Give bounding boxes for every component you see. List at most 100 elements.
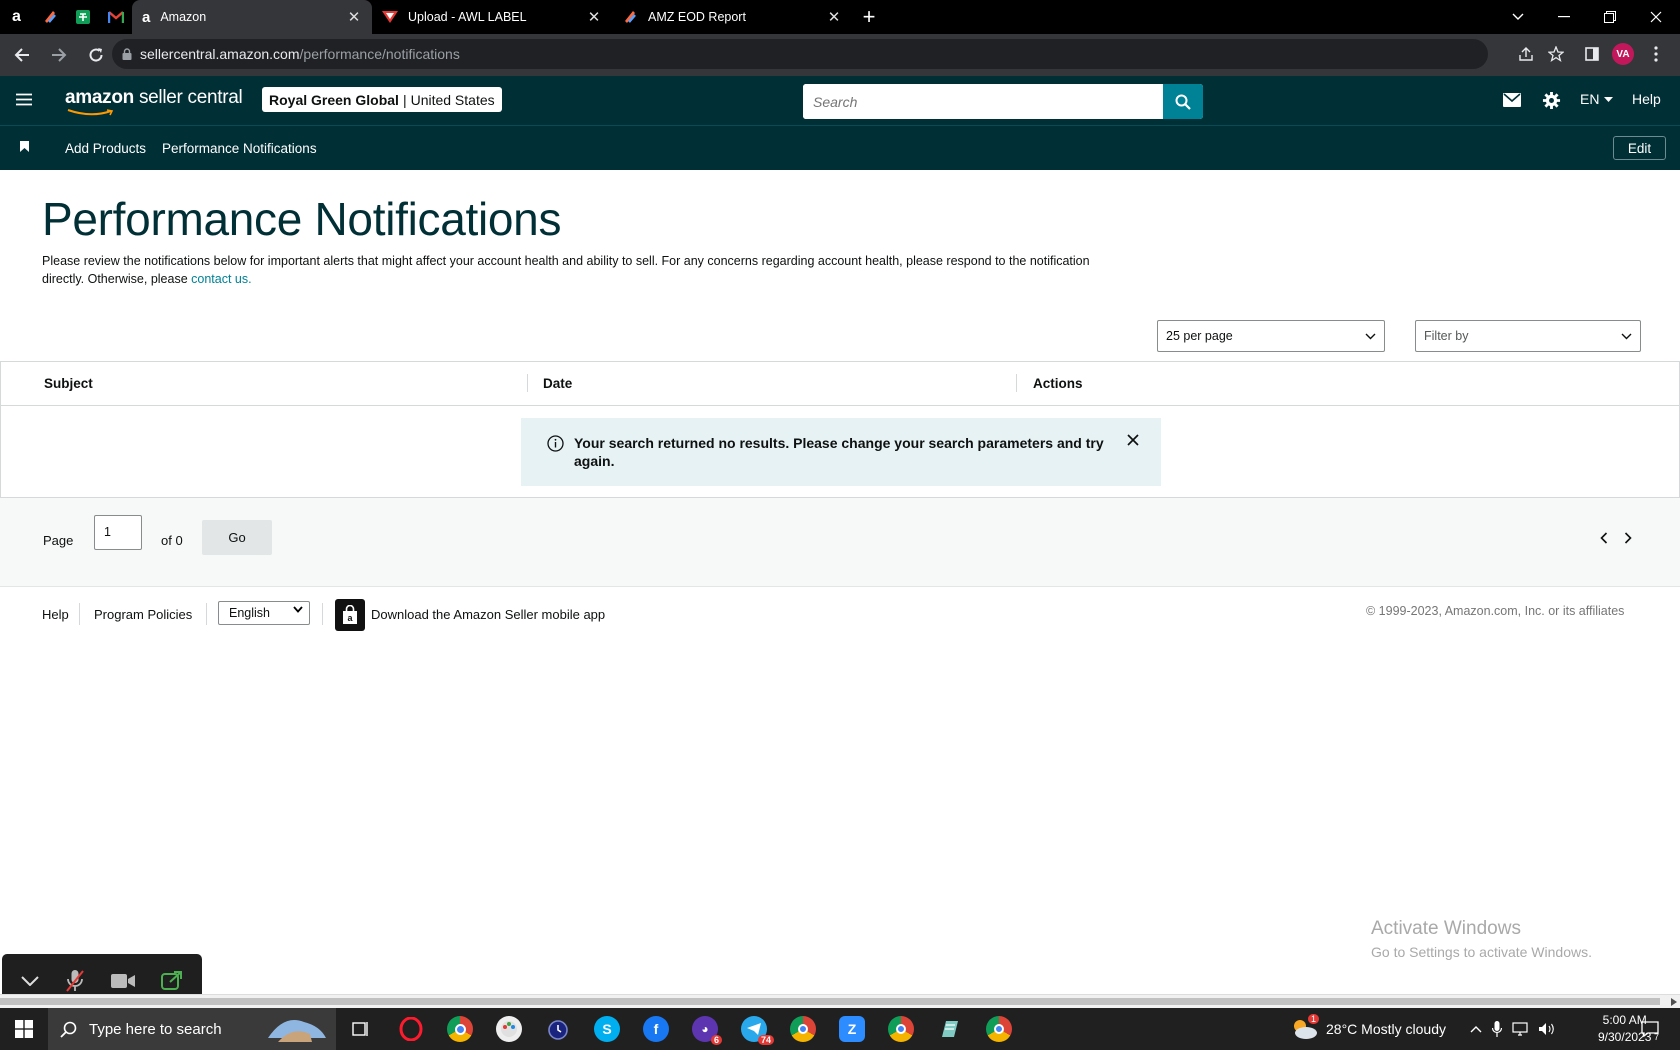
start-button[interactable] <box>0 1008 48 1050</box>
taskbar-search-box[interactable]: Type here to search <box>48 1008 336 1050</box>
per-page-select[interactable]: 25 per page <box>1157 320 1385 352</box>
amazon-app-icon[interactable]: a <box>335 599 365 631</box>
column-subject[interactable]: Subject <box>44 376 93 391</box>
new-tab-button[interactable]: + <box>852 0 886 34</box>
bookmark-icon <box>20 141 29 152</box>
collapse-toolbar-button[interactable] <box>21 975 39 986</box>
alarm-clock-icon <box>548 1020 568 1040</box>
page-number-input[interactable]: 1 <box>94 515 142 550</box>
bookmark-performance-notifications[interactable]: Performance Notifications <box>162 141 317 156</box>
arrow-left-icon <box>14 48 29 62</box>
microphone-icon[interactable] <box>1492 1021 1502 1037</box>
tab-amazon[interactable]: a Amazon ✕ <box>132 0 372 34</box>
previous-page-button[interactable] <box>1600 532 1608 544</box>
edit-bookmarks-button[interactable]: Edit <box>1613 136 1666 160</box>
taskbar-zoom[interactable]: Z <box>839 1016 865 1042</box>
taskbar-chrome[interactable] <box>447 1016 473 1042</box>
column-divider <box>1016 374 1017 392</box>
messages-button[interactable] <box>1503 93 1521 107</box>
mute-microphone-button[interactable] <box>65 969 85 993</box>
bookmark-star-button[interactable] <box>1542 40 1570 68</box>
task-view-button[interactable] <box>347 1016 373 1042</box>
footer-help-link[interactable]: Help <box>42 607 69 622</box>
amazon-icon: a <box>12 8 21 25</box>
hamburger-menu-button[interactable] <box>16 93 32 106</box>
footer-language-value: English <box>229 606 270 620</box>
pinned-tab-zapier[interactable] <box>33 0 66 34</box>
pinned-tab-amazon[interactable]: a <box>0 0 33 34</box>
volume-icon[interactable] <box>1538 1022 1556 1036</box>
camera-button[interactable] <box>111 973 135 989</box>
taskbar-chrome-3[interactable] <box>986 1016 1012 1042</box>
download-app-link[interactable]: Download the Amazon Seller mobile app <box>371 607 605 622</box>
forward-button[interactable] <box>44 40 74 70</box>
network-icon[interactable] <box>1512 1022 1530 1036</box>
pinned-tab-gmail[interactable] <box>99 0 132 34</box>
url-text: sellercentral.amazon.com/performance/not… <box>140 46 460 62</box>
close-tab-icon[interactable]: ✕ <box>586 9 602 26</box>
restore-icon <box>1604 11 1616 23</box>
settings-button[interactable] <box>1542 91 1561 110</box>
scrollbar-thumb[interactable] <box>0 998 1660 1005</box>
filter-by-select[interactable]: Filter by <box>1415 320 1641 352</box>
taskbar-paint-app[interactable] <box>496 1016 522 1042</box>
taskbar-opera[interactable] <box>398 1016 424 1042</box>
taskbar-chrome-profile-va[interactable] <box>888 1016 914 1042</box>
side-panel-button[interactable] <box>1578 40 1606 68</box>
profile-button[interactable]: VA <box>1609 40 1637 68</box>
search-button[interactable] <box>1163 84 1203 119</box>
chevron-right-icon <box>1624 532 1632 544</box>
close-window-button[interactable] <box>1633 0 1679 34</box>
footer-language-select[interactable]: English <box>218 601 310 625</box>
tab-search-button[interactable] <box>1495 0 1541 34</box>
program-policies-link[interactable]: Program Policies <box>94 607 192 622</box>
omnibox[interactable]: sellercentral.amazon.com/performance/not… <box>112 39 1564 69</box>
chevron-up-icon[interactable] <box>1470 1025 1482 1033</box>
language-selector[interactable]: EN <box>1580 91 1614 107</box>
go-button[interactable]: Go <box>202 520 272 555</box>
bookmark-add-products[interactable]: Add Products <box>65 141 146 156</box>
column-date[interactable]: Date <box>543 376 572 391</box>
action-center-button[interactable]: 7 <box>1641 1008 1659 1050</box>
help-link[interactable]: Help <box>1632 91 1661 107</box>
back-button[interactable] <box>7 40 37 70</box>
notification-badge: 6 <box>710 1035 722 1045</box>
taskbar-opera-gx[interactable]: ◕ 6 <box>692 1016 722 1045</box>
reload-icon <box>89 48 103 62</box>
taskbar-telegram[interactable]: 74 <box>741 1016 774 1045</box>
minimize-button[interactable] <box>1541 0 1587 34</box>
pinned-tab-sheets[interactable] <box>66 0 99 34</box>
taskbar-skype[interactable]: S <box>594 1016 620 1042</box>
horizontal-scrollbar[interactable] <box>0 994 1680 1008</box>
taskbar-notepad[interactable] <box>937 1016 963 1042</box>
tab-upload-awl-label[interactable]: Upload - AWL LABEL ✕ <box>372 0 612 34</box>
seller-central-logo[interactable]: amazon seller central <box>65 87 243 116</box>
dismiss-alert-button[interactable] <box>1127 434 1139 446</box>
per-page-value: 25 per page <box>1166 329 1233 343</box>
reload-button[interactable] <box>81 40 111 70</box>
taskbar-facebook[interactable]: f <box>643 1016 669 1042</box>
account-switcher[interactable]: Royal Green Global | United States <box>262 87 502 112</box>
search-input[interactable] <box>803 84 1163 119</box>
share-button[interactable] <box>1512 40 1540 68</box>
chrome-icon <box>994 1024 1004 1034</box>
share-screen-button[interactable] <box>161 970 183 991</box>
chevron-down-icon <box>1365 333 1376 339</box>
close-icon <box>1127 434 1139 446</box>
taskbar-clock-app[interactable] <box>545 1016 571 1042</box>
hamburger-icon <box>16 93 32 106</box>
tab-amz-eod-report[interactable]: AMZ EOD Report ✕ <box>612 0 852 34</box>
taskbar-chrome-profile-w[interactable] <box>790 1016 816 1042</box>
scroll-right-icon[interactable] <box>1671 998 1677 1006</box>
contact-us-link[interactable]: contact us. <box>191 272 251 286</box>
close-tab-icon[interactable]: ✕ <box>826 9 842 26</box>
bookmark-button[interactable] <box>20 141 29 152</box>
account-name: Royal Green Global <box>269 91 399 108</box>
no-results-message: Your search returned no results. Please … <box>574 435 1104 469</box>
restore-button[interactable] <box>1587 0 1633 34</box>
chevron-left-icon <box>1600 532 1608 544</box>
share-icon <box>1519 47 1533 61</box>
browser-menu-button[interactable] <box>1642 40 1670 68</box>
close-tab-icon[interactable]: ✕ <box>346 9 362 26</box>
next-page-button[interactable] <box>1624 532 1632 544</box>
